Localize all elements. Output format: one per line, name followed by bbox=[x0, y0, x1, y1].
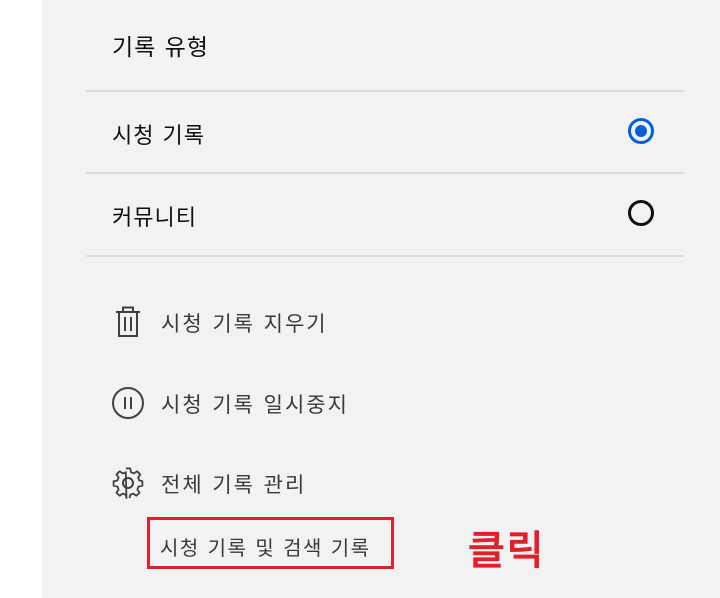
clear-watch-history-button[interactable]: 시청 기록 지우기 bbox=[110, 302, 430, 342]
radio-option-community[interactable]: 커뮤니티 bbox=[86, 174, 684, 256]
manage-all-history-button[interactable]: 전체 기록 관리 bbox=[110, 463, 430, 503]
radio-option-watch-history[interactable]: 시청 기록 bbox=[86, 92, 684, 174]
history-type-title: 기록 유형 bbox=[112, 35, 209, 61]
action-label: 시청 기록 일시중지 bbox=[161, 393, 349, 417]
divider bbox=[86, 255, 684, 257]
trash-icon bbox=[110, 304, 146, 340]
radio-option-label: 시청 기록 bbox=[112, 124, 205, 149]
radio-selected-icon[interactable] bbox=[628, 118, 654, 144]
action-label: 시청 기록 지우기 bbox=[161, 312, 328, 336]
action-label: 전체 기록 관리 bbox=[161, 473, 307, 497]
pause-circle-icon bbox=[110, 385, 146, 421]
pause-watch-history-button[interactable]: 시청 기록 일시중지 bbox=[110, 383, 430, 423]
gear-icon bbox=[110, 465, 146, 501]
click-annotation: 클릭 bbox=[468, 528, 546, 574]
radio-unselected-icon[interactable] bbox=[628, 200, 654, 226]
sub-link-label: 시청 기록 및 검색 기록 bbox=[160, 536, 371, 560]
watch-and-search-history-link[interactable]: 시청 기록 및 검색 기록 bbox=[147, 517, 394, 569]
radio-option-label: 커뮤니티 bbox=[112, 206, 197, 231]
